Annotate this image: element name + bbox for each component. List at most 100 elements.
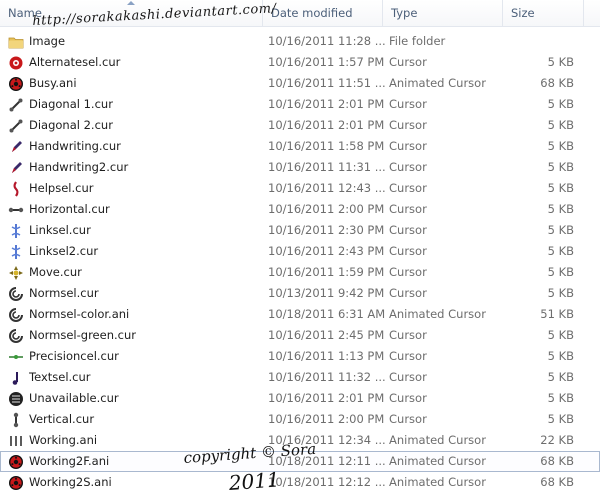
file-size: 5 KB xyxy=(547,349,574,363)
file-size: 5 KB xyxy=(547,202,574,216)
diagonal-resize-icon xyxy=(8,97,24,113)
file-row[interactable]: Linksel.cur 10/16/2011 2:30 PM Cursor 5 KB xyxy=(0,220,600,241)
file-type: Cursor xyxy=(389,328,427,342)
file-row[interactable]: Diagonal 2.cur 10/16/2011 2:01 PM Cursor 5 … xyxy=(0,115,600,136)
file-row[interactable]: Precisioncel.cur 10/16/2011 1:13 PM Cursor… xyxy=(0,346,600,367)
file-row[interactable]: Normsel.cur 10/13/2011 9:42 PM Cursor 5 KB xyxy=(0,283,600,304)
file-date-modified: 10/18/2011 12:11 ... xyxy=(268,454,386,468)
file-row[interactable]: Move.cur 10/16/2011 1:59 PM Cursor 5 KB xyxy=(0,262,600,283)
file-row[interactable]: Handwriting2.cur 10/16/2011 11:31 ... Curs… xyxy=(0,157,600,178)
file-type: Cursor xyxy=(389,139,427,153)
file-name: Normsel-green.cur xyxy=(29,328,136,342)
file-row[interactable]: Unavailable.cur 10/16/2011 2:01 PM Cursor 5… xyxy=(0,388,600,409)
column-header-type-label: Type xyxy=(391,6,418,20)
file-name: Horizontal.cur xyxy=(29,202,110,216)
file-date-modified: 10/16/2011 2:00 PM xyxy=(268,202,385,216)
file-type: Animated Cursor xyxy=(389,454,486,468)
file-row[interactable]: Diagonal 1.cur 10/16/2011 2:01 PM Cursor 5 … xyxy=(0,94,600,115)
diagonal-resize-icon xyxy=(8,118,24,134)
column-header-date[interactable]: Date modified xyxy=(263,0,382,26)
file-date-modified: 10/16/2011 1:13 PM xyxy=(268,349,385,363)
file-date-modified: 10/16/2011 12:34 ... xyxy=(268,433,386,447)
file-row[interactable]: Working2F.ani 10/18/2011 12:11 ... Animate… xyxy=(0,451,600,472)
file-size: 5 KB xyxy=(547,223,574,237)
normal-cursor-icon xyxy=(8,328,24,344)
file-size: 68 KB xyxy=(540,76,574,90)
file-type: Cursor xyxy=(389,412,427,426)
file-row[interactable]: Linksel2.cur 10/16/2011 2:43 PM Cursor 5 KB xyxy=(0,241,600,262)
file-row[interactable]: Textsel.cur 10/16/2011 11:32 ... Cursor 5 K… xyxy=(0,367,600,388)
column-header-size-label: Size xyxy=(511,6,535,20)
column-header-type[interactable]: Type xyxy=(383,0,502,26)
file-row[interactable]: Vertical.cur 10/16/2011 2:00 PM Cursor 5 KB xyxy=(0,409,600,430)
column-header-bar: Name Date modified Type Size xyxy=(0,0,600,27)
file-name: Normsel.cur xyxy=(29,286,99,300)
file-date-modified: 10/16/2011 2:00 PM xyxy=(268,412,385,426)
file-row[interactable]: Alternatesel.cur 10/16/2011 1:57 PM Cursor… xyxy=(0,52,600,73)
file-type: Cursor xyxy=(389,244,427,258)
file-date-modified: 10/16/2011 2:01 PM xyxy=(268,97,385,111)
file-name: Working2S.ani xyxy=(29,475,112,489)
animated-cursor-icon xyxy=(8,454,24,470)
file-row[interactable]: Horizontal.cur 10/16/2011 2:00 PM Cursor 5 … xyxy=(0,199,600,220)
file-type: Animated Cursor xyxy=(389,76,486,90)
file-row[interactable]: Helpsel.cur 10/16/2011 12:43 ... Cursor 5 K… xyxy=(0,178,600,199)
file-type: Cursor xyxy=(389,97,427,111)
normal-cursor-icon xyxy=(8,307,24,323)
animated-cursor-icon xyxy=(8,76,24,92)
cursor-file-icon xyxy=(8,55,24,71)
file-size: 5 KB xyxy=(547,265,574,279)
file-row[interactable]: Normsel-color.ani 10/18/2011 6:31 AM Anima… xyxy=(0,304,600,325)
file-date-modified: 10/18/2011 12:12 ... xyxy=(268,475,386,489)
file-type: Cursor xyxy=(389,55,427,69)
file-name: Linksel2.cur xyxy=(29,244,99,258)
file-name: Unavailable.cur xyxy=(29,391,119,405)
file-name: Working2F.ani xyxy=(29,454,110,468)
file-date-modified: 10/16/2011 2:01 PM xyxy=(268,118,385,132)
link-cursor-icon xyxy=(8,223,24,239)
file-size: 5 KB xyxy=(547,412,574,426)
file-type: Animated Cursor xyxy=(389,475,486,489)
file-date-modified: 10/16/2011 2:01 PM xyxy=(268,391,385,405)
file-name: Busy.ani xyxy=(29,76,77,90)
file-name: Normsel-color.ani xyxy=(29,307,130,321)
file-size: 68 KB xyxy=(540,454,574,468)
file-row[interactable]: Working.ani 10/16/2011 12:34 ... Animated … xyxy=(0,430,600,451)
file-type: Cursor xyxy=(389,391,427,405)
move-cursor-icon xyxy=(8,265,24,281)
file-size: 5 KB xyxy=(547,286,574,300)
file-size: 5 KB xyxy=(547,160,574,174)
file-name: Handwriting2.cur xyxy=(29,160,129,174)
file-name: Alternatesel.cur xyxy=(29,55,121,69)
file-row[interactable]: Image 10/16/2011 11:28 ... File folder xyxy=(0,31,600,52)
file-name: Diagonal 1.cur xyxy=(29,97,113,111)
file-type: Cursor xyxy=(389,181,427,195)
file-size: 22 KB xyxy=(540,433,574,447)
file-date-modified: 10/16/2011 12:43 ... xyxy=(268,181,386,195)
file-date-modified: 10/16/2011 2:43 PM xyxy=(268,244,385,258)
file-type: Cursor xyxy=(389,160,427,174)
column-divider[interactable] xyxy=(583,0,584,26)
file-size: 51 KB xyxy=(540,307,574,321)
horizontal-resize-icon xyxy=(8,202,24,218)
column-header-size[interactable]: Size xyxy=(503,0,583,26)
file-name: Linksel.cur xyxy=(29,223,91,237)
column-header-name[interactable]: Name xyxy=(0,0,262,26)
file-date-modified: 10/16/2011 11:32 ... xyxy=(268,370,386,384)
file-date-modified: 10/18/2011 6:31 AM xyxy=(268,307,386,321)
file-size: 5 KB xyxy=(547,244,574,258)
file-name: Helpsel.cur xyxy=(29,181,94,195)
file-size: 68 KB xyxy=(540,475,574,489)
file-type: Animated Cursor xyxy=(389,307,486,321)
file-row[interactable]: Working2S.ani 10/18/2011 12:12 ... Animate… xyxy=(0,472,600,493)
file-row[interactable]: Busy.ani 10/16/2011 11:51 ... Animated Cur… xyxy=(0,73,600,94)
file-row[interactable]: Normsel-green.cur 10/16/2011 2:45 PM Curso… xyxy=(0,325,600,346)
file-type: Cursor xyxy=(389,286,427,300)
file-type: Cursor xyxy=(389,265,427,279)
file-type: File folder xyxy=(389,34,446,48)
file-size: 5 KB xyxy=(547,328,574,342)
file-row[interactable]: Handwriting.cur 10/16/2011 1:58 PM Cursor 5… xyxy=(0,136,600,157)
file-date-modified: 10/16/2011 1:58 PM xyxy=(268,139,385,153)
file-date-modified: 10/16/2011 11:28 ... xyxy=(268,34,386,48)
file-type: Cursor xyxy=(389,118,427,132)
